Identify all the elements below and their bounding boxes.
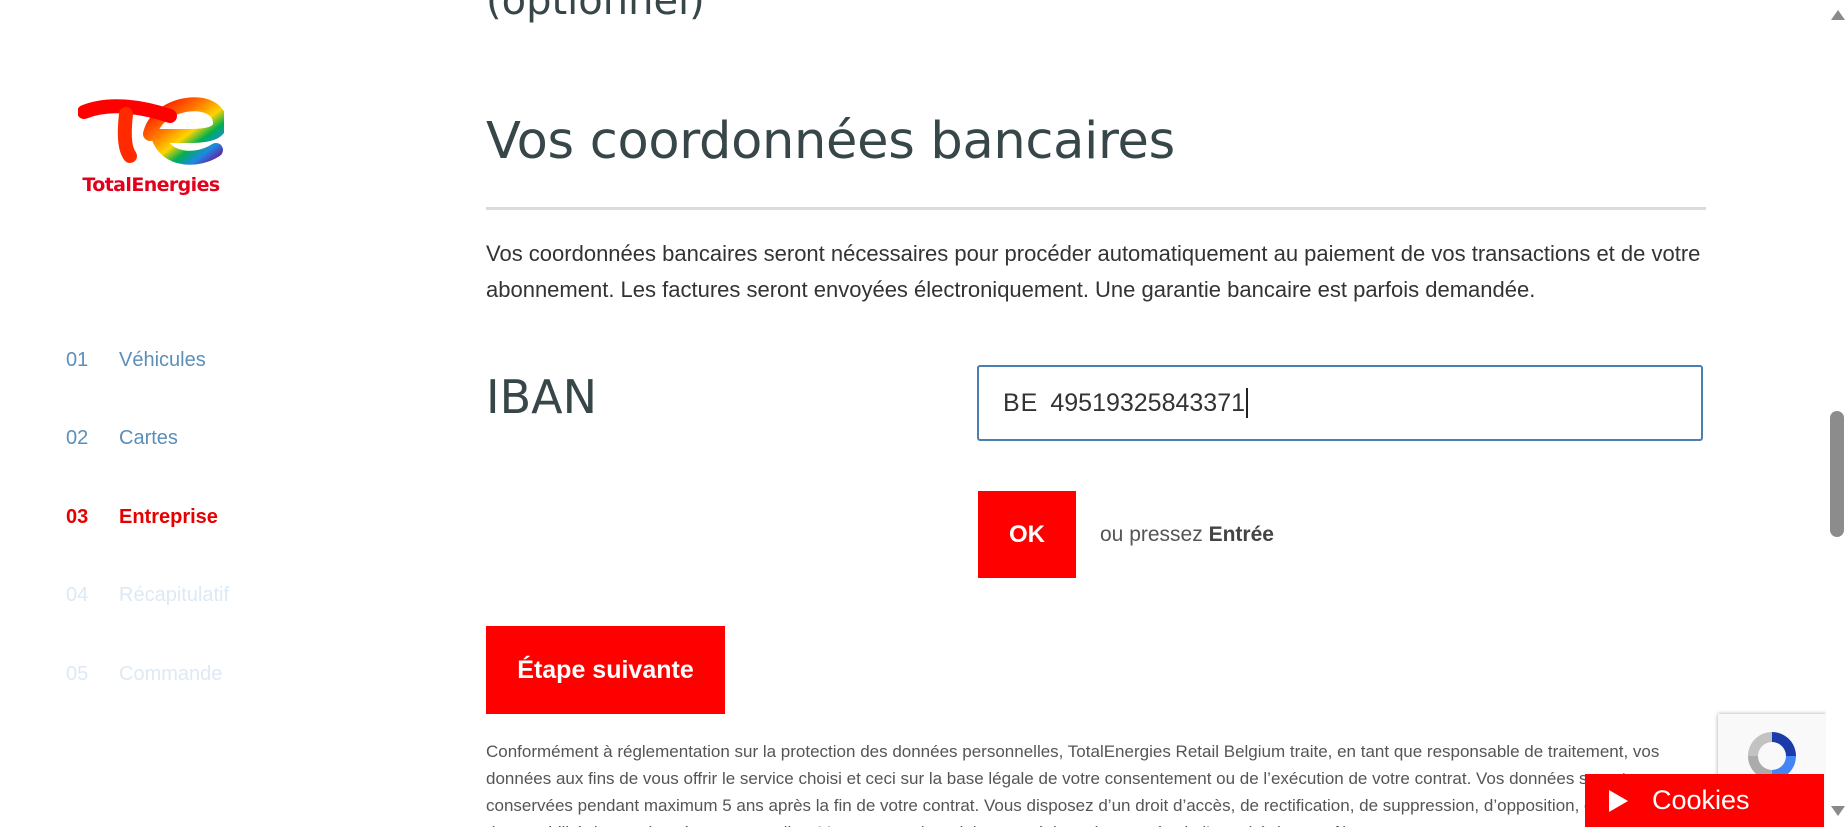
step-label: Commande: [119, 662, 223, 685]
title-divider: [486, 207, 1706, 210]
scroll-thumb[interactable]: [1830, 411, 1844, 537]
text-caret: [1246, 388, 1249, 418]
next-step-button[interactable]: Étape suivante: [486, 626, 725, 714]
step-recapitulatif: 04 Récapitulatif: [66, 580, 229, 610]
step-label: Véhicules: [119, 348, 206, 371]
step-label: Entreprise: [119, 505, 218, 528]
intro-text: Vos coordonnées bancaires seront nécessa…: [486, 241, 1701, 302]
step-label: Récapitulatif: [119, 583, 230, 606]
logo-mark-icon: [78, 97, 224, 165]
ok-button[interactable]: OK: [978, 491, 1076, 578]
step-number: 04: [66, 583, 89, 606]
previous-section-title: (optionnel): [486, 0, 705, 24]
ok-hint: ou pressez Entrée: [1100, 523, 1274, 547]
logo-wordmark: TotalEnergies: [82, 174, 220, 196]
page: TotalEnergies 01 Véhicules 02 Cartes 03 …: [0, 0, 1848, 827]
play-icon: [1609, 789, 1628, 812]
iban-value: 49519325843371: [1050, 388, 1246, 417]
legal-notice: Conformément à réglementation sur la pro…: [486, 742, 1694, 827]
step-label: Cartes: [119, 426, 178, 449]
iban-input[interactable]: BE 49519325843371: [977, 365, 1703, 441]
ok-hint-key: Entrée: [1208, 523, 1274, 546]
step-cartes[interactable]: 02 Cartes: [66, 423, 178, 453]
scroll-down-arrow-icon[interactable]: [1831, 806, 1845, 816]
step-number: 03: [66, 505, 89, 528]
step-vehicules[interactable]: 01 Véhicules: [66, 345, 206, 375]
vertical-scrollbar[interactable]: [1826, 0, 1848, 827]
step-number: 02: [66, 426, 89, 449]
step-entreprise[interactable]: 03 Entreprise: [66, 502, 218, 532]
iban-country-prefix: BE: [1003, 388, 1039, 417]
totalenergies-logo[interactable]: TotalEnergies: [78, 92, 224, 202]
page-title: Vos coordonnées bancaires: [486, 112, 1175, 171]
iban-label: IBAN: [486, 370, 598, 424]
cookies-button[interactable]: Cookies: [1585, 774, 1824, 827]
ok-hint-prefix: ou pressez: [1100, 523, 1203, 546]
scroll-up-arrow-icon[interactable]: [1831, 10, 1845, 20]
step-commande: 05 Commande: [66, 659, 222, 689]
cookies-label: Cookies: [1652, 785, 1750, 815]
step-number: 01: [66, 348, 89, 371]
step-number: 05: [66, 662, 89, 685]
